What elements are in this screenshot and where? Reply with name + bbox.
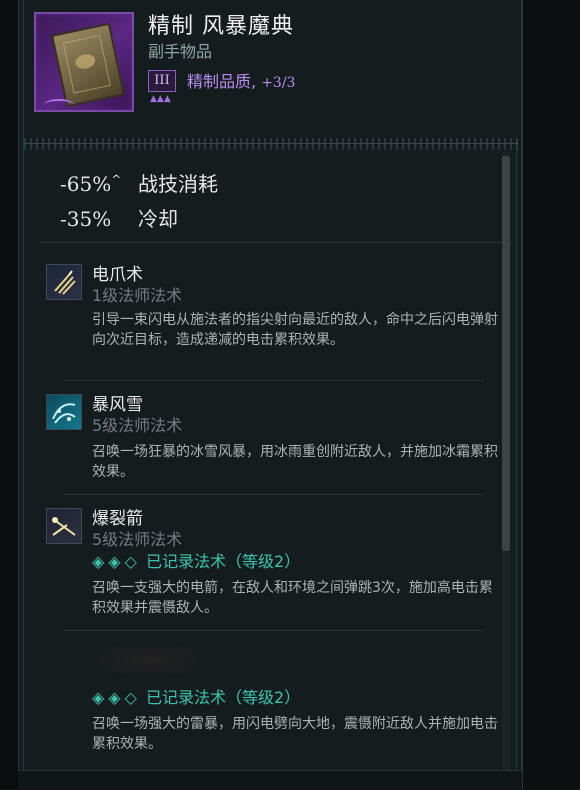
header-divider [24, 138, 518, 150]
recorded-spell-tag: ◈◈◇ 已记录法术（等级2） [92, 548, 300, 572]
quality-label-text: 精制品质, [187, 72, 257, 91]
stat-name: 战技消耗 [138, 172, 218, 196]
skill-description: 引导一束闪电从施法者的指尖射向最近的敌人，命中之后闪电弹射向次近目标，造成递减的… [92, 312, 498, 348]
rarity-underline [44, 99, 74, 111]
item-type: 副手物品 [148, 42, 213, 61]
quality-label: 精制品质, +3/3 [187, 68, 295, 92]
row-divider [64, 380, 484, 381]
scrollbar-thumb[interactable] [502, 156, 510, 551]
skill-level: 1级法师法术 [92, 286, 183, 305]
stat-mark: ^ [111, 172, 122, 187]
rank-diamonds-icon: ◈◈◇ [92, 552, 141, 571]
stat-row: -65%^ 战技消耗 [60, 168, 218, 197]
stat-row: -35% 冷却 [60, 203, 178, 232]
stat-value: -35% [60, 207, 112, 231]
side-panel [522, 0, 580, 789]
skill-description: 召唤一场狂暴的冰雪风暴，用冰雨重创附近敌人，并施加冰霜累积效果。 [92, 444, 498, 480]
skill-description: 召唤一支强大的电箭，在敌人和环境之间弹跳3次，施加高电击累积效果并震慑敌人。 [92, 580, 493, 616]
quality-tier-badge: III [148, 70, 176, 92]
item-header: 精制 风暴魔典 副手物品 III ▲▲▲ 精制品质, +3/3 [24, 0, 518, 140]
lightning-claw-icon [46, 264, 82, 300]
skill-level: 5级法师法术 [92, 530, 183, 549]
row-divider [64, 630, 484, 631]
row-divider [64, 494, 484, 495]
item-title: 精制 风暴魔典 [148, 14, 294, 39]
recorded-spell-tag: ◈◈◇ 已记录法术（等级2） [92, 684, 300, 708]
skill-description: 召唤一场强大的雷暴，用闪电劈向大地，震慑附近敌人并施加电击累积效果。 [92, 716, 498, 752]
faded-skill-icon [84, 640, 214, 680]
burst-arrow-icon [46, 508, 82, 544]
blizzard-icon [46, 394, 82, 430]
bottom-bar [18, 770, 522, 790]
stat-name: 冷却 [138, 207, 178, 231]
book-icon [50, 22, 126, 108]
skill-level: 5级法师法术 [92, 416, 183, 435]
stat-value: -65% [60, 172, 112, 196]
quality-count: +3/3 [261, 75, 296, 91]
quality-pips-icon: ▲▲▲ [150, 94, 171, 104]
grimoire-item-icon [34, 12, 134, 112]
recorded-spell-label: 已记录法术（等级2） [146, 552, 301, 571]
left-edge [0, 0, 19, 789]
rank-diamonds-icon: ◈◈◇ [92, 688, 141, 707]
stats-divider [40, 242, 512, 243]
recorded-spell-label: 已记录法术（等级2） [146, 688, 301, 707]
